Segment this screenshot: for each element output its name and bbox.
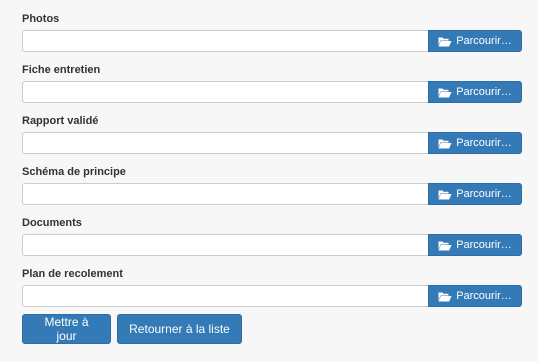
folder-open-icon: [438, 139, 452, 148]
field-group-documents: Documents Parcourir…: [22, 216, 522, 256]
folder-open-icon: [438, 241, 452, 250]
upload-form: Photos Parcourir… Fiche entretien Parcou…: [0, 0, 538, 362]
field-group-rapport-valide: Rapport validé Parcourir…: [22, 114, 522, 154]
back-to-list-button[interactable]: Retourner à la liste: [117, 314, 242, 344]
update-button[interactable]: Mettre à jour: [22, 314, 111, 344]
folder-open-icon: [438, 37, 452, 46]
file-input-row: Parcourir…: [22, 132, 522, 154]
file-path-input[interactable]: [22, 81, 428, 103]
file-path-input[interactable]: [22, 285, 428, 307]
browse-button-label: Parcourir…: [456, 35, 512, 47]
browse-button[interactable]: Parcourir…: [428, 234, 522, 256]
field-group-fiche-entretien: Fiche entretien Parcourir…: [22, 63, 522, 103]
field-group-photos: Photos Parcourir…: [22, 12, 522, 52]
file-input-row: Parcourir…: [22, 81, 522, 103]
browse-button-label: Parcourir…: [456, 290, 512, 302]
file-input-row: Parcourir…: [22, 234, 522, 256]
browse-button[interactable]: Parcourir…: [428, 81, 522, 103]
form-actions: Mettre à jour Retourner à la liste: [22, 314, 242, 344]
folder-open-icon: [438, 88, 452, 97]
field-group-plan-de-recolement: Plan de recolement Parcourir…: [22, 267, 522, 307]
file-path-input[interactable]: [22, 183, 428, 205]
file-path-input[interactable]: [22, 132, 428, 154]
field-label: Schéma de principe: [22, 166, 126, 178]
file-path-input[interactable]: [22, 30, 428, 52]
file-input-row: Parcourir…: [22, 183, 522, 205]
file-input-row: Parcourir…: [22, 285, 522, 307]
browse-button-label: Parcourir…: [456, 239, 512, 251]
browse-button[interactable]: Parcourir…: [428, 30, 522, 52]
browse-button[interactable]: Parcourir…: [428, 132, 522, 154]
field-label: Fiche entretien: [22, 64, 101, 76]
browse-button-label: Parcourir…: [456, 86, 512, 98]
field-label: Plan de recolement: [22, 268, 123, 280]
browse-button-label: Parcourir…: [456, 137, 512, 149]
folder-open-icon: [438, 292, 452, 301]
browse-button[interactable]: Parcourir…: [428, 285, 522, 307]
field-label: Photos: [22, 13, 60, 25]
folder-open-icon: [438, 190, 452, 199]
field-label: Rapport validé: [22, 115, 99, 127]
browse-button[interactable]: Parcourir…: [428, 183, 522, 205]
field-group-schema-de-principe: Schéma de principe Parcourir…: [22, 165, 522, 205]
browse-button-label: Parcourir…: [456, 188, 512, 200]
field-label: Documents: [22, 217, 82, 229]
file-path-input[interactable]: [22, 234, 428, 256]
file-input-row: Parcourir…: [22, 30, 522, 52]
